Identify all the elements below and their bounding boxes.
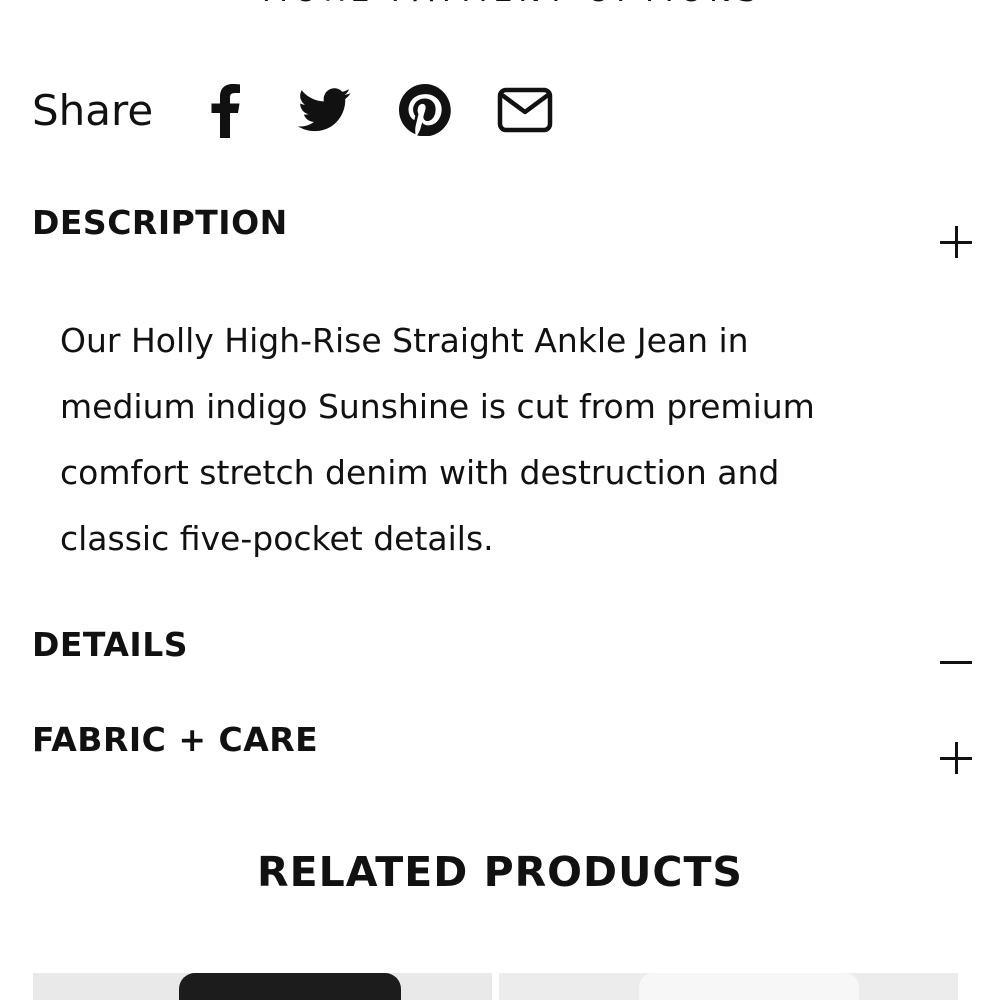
description-heading[interactable]: DESCRIPTION <box>32 203 288 242</box>
product-image <box>179 973 401 1000</box>
share-label: Share <box>32 85 154 135</box>
email-icon[interactable] <box>495 80 555 140</box>
details-collapse-icon[interactable] <box>940 646 972 678</box>
twitter-icon[interactable] <box>295 80 355 140</box>
product-image <box>639 973 859 1000</box>
details-heading[interactable]: DETAILS <box>32 625 188 664</box>
more-payment-options-link[interactable]: MORE PAYMENT OPTIONS <box>262 0 763 9</box>
pinterest-icon[interactable] <box>395 80 455 140</box>
facebook-icon[interactable] <box>195 80 255 140</box>
description-text: Our Holly High-Rise Straight Ankle Jean … <box>60 321 815 558</box>
related-product-card[interactable] <box>33 973 492 1000</box>
description-expand-icon[interactable] <box>940 226 972 258</box>
fabric-care-expand-icon[interactable] <box>940 742 972 774</box>
fabric-care-heading[interactable]: FABRIC + CARE <box>32 720 318 759</box>
share-bar: Share <box>32 78 595 142</box>
related-products-heading: RELATED PRODUCTS <box>257 848 743 896</box>
related-product-card[interactable] <box>499 973 958 1000</box>
product-page: MORE PAYMENT OPTIONS Share DESCRIPTION <box>0 0 1000 1000</box>
